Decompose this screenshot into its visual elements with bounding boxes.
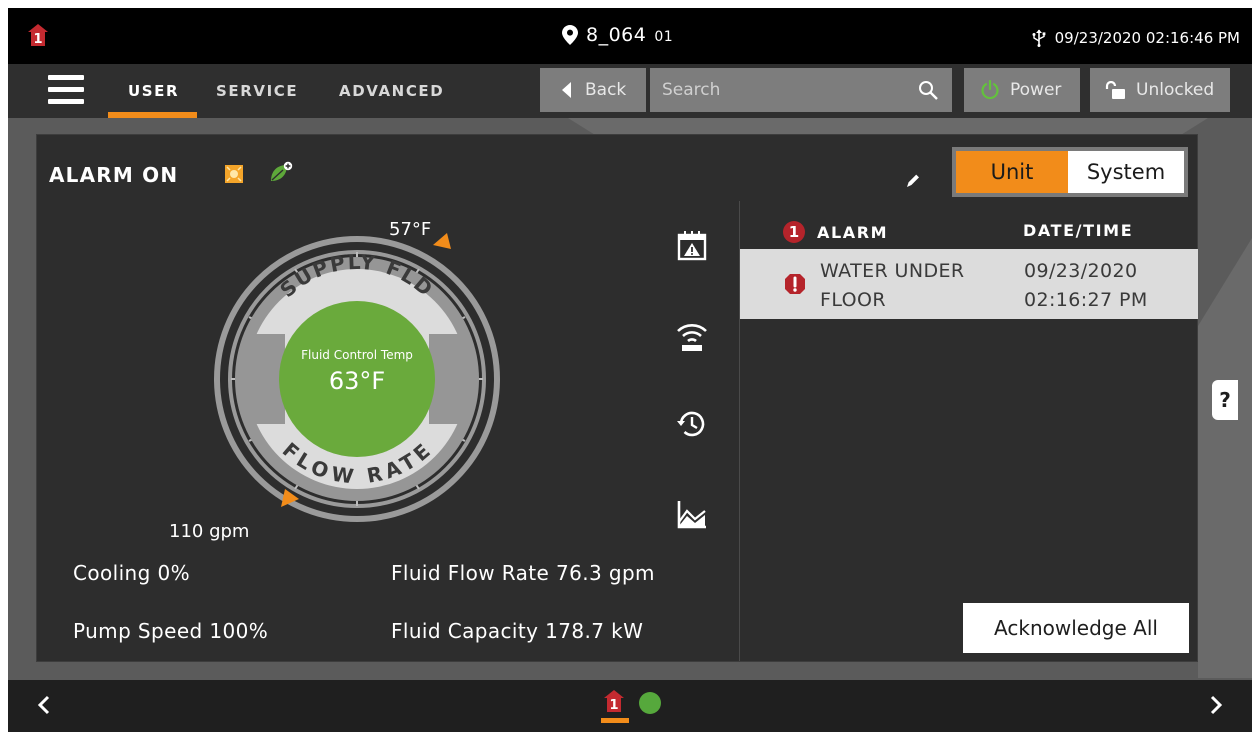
search-icon[interactable] (918, 80, 938, 100)
background-stripe-top (568, 118, 1208, 134)
fluid-flow-rate-readout: Fluid Flow Rate 76.3 gpm (391, 561, 655, 585)
alarm-warning-icon (785, 274, 805, 294)
search-input[interactable] (662, 80, 902, 100)
fluid-control-gauge[interactable]: SUPPLY FLD FLOW RATE Fluid Control Temp … (207, 209, 507, 539)
next-page-arrow-icon[interactable] (1206, 694, 1226, 716)
unit-number: 01 (654, 29, 674, 45)
power-icon (981, 80, 999, 100)
gauge-center-caption: Fluid Control Temp (301, 348, 413, 362)
unit-status-title: ALARM ON (49, 163, 179, 187)
tab-advanced-label: ADVANCED (339, 82, 445, 100)
alarm-timestamp: 09/23/2020 02:16:27 PM (1024, 257, 1148, 315)
alarm-count-logo-icon[interactable]: 1 (28, 24, 48, 46)
tab-service-label: SERVICE (216, 82, 299, 100)
alarm-column-header: 1 ALARM (783, 221, 888, 243)
history-icon[interactable] (675, 407, 709, 441)
wifi-signal-icon[interactable] (675, 319, 709, 353)
alarm-count-logo-text: 1 (33, 32, 42, 46)
gauge-supply-setpoint: 57°F (389, 219, 432, 240)
unit-system-toggle: Unit System (952, 147, 1188, 197)
pump-speed-readout: Pump Speed 100% (73, 619, 269, 643)
datetime-text: 09/23/2020 02:16:46 PM (1054, 29, 1240, 47)
status-bar: 1 8_064 01 09/23/2020 02:16:46 PM (8, 8, 1252, 60)
unlocked-padlock-icon (1105, 81, 1125, 99)
power-button-label: Power (1010, 80, 1062, 100)
search-box (650, 68, 952, 112)
tab-user-label: USER (128, 82, 180, 100)
power-button[interactable]: Power (964, 68, 1080, 112)
datetime-column-header: DATE/TIME (1023, 221, 1133, 240)
back-button[interactable]: Back (540, 68, 646, 112)
alarm-header-label: ALARM (817, 222, 889, 242)
tab-user[interactable]: USER (108, 64, 198, 118)
alarm-name-line2: FLOOR (820, 289, 886, 311)
acknowledge-all-button[interactable]: Acknowledge All (963, 603, 1189, 653)
alarm-count-badge: 1 (783, 221, 805, 243)
alarm-page-logo-icon[interactable]: 1 (604, 690, 624, 712)
back-button-label: Back (585, 80, 627, 100)
alarm-time: 02:16:27 PM (1024, 289, 1148, 311)
edit-pencil-icon[interactable] (905, 171, 921, 189)
lock-button[interactable]: Unlocked (1090, 68, 1230, 112)
trend-chart-icon[interactable] (675, 497, 709, 531)
help-button[interactable]: ? (1212, 380, 1238, 420)
unit-status-panel: ALARM ON Unit System SUPPLY FLD FLOW RAT… (36, 134, 1198, 662)
footer-logo-text: 1 (609, 698, 618, 712)
alarm-row[interactable]: WATER UNDER FLOOR 09/23/2020 02:16:27 PM (740, 249, 1198, 319)
main-area: ALARM ON Unit System SUPPLY FLD FLOW RAT… (8, 118, 1252, 680)
heating-status-icon (225, 165, 243, 183)
unit-id: 8_064 (586, 24, 647, 46)
gauge-flow-setpoint: 110 gpm (169, 521, 250, 542)
menu-hamburger-icon[interactable] (48, 75, 84, 105)
cooling-readout: Cooling 0% (73, 561, 191, 585)
background-stripe-right (1198, 238, 1252, 678)
usb-icon (1032, 29, 1046, 47)
previous-page-arrow-icon[interactable] (34, 694, 54, 716)
toggle-unit-option[interactable]: Unit (956, 151, 1068, 193)
navigation-bar: USER SERVICE ADVANCED Back Power (8, 64, 1252, 118)
system-datetime: 09/23/2020 02:16:46 PM (1031, 29, 1240, 47)
display-frame: 1 8_064 01 09/23/2020 02:16:46 PM USER S… (8, 8, 1252, 732)
lock-button-label: Unlocked (1136, 80, 1215, 100)
alarm-name-line1: WATER UNDER (820, 260, 965, 282)
gauge-center-value: 63°F (329, 367, 385, 395)
location-pin-icon (562, 25, 578, 45)
fluid-capacity-readout: Fluid Capacity 178.7 kW (391, 619, 644, 643)
footer-active-indicator (601, 718, 629, 723)
toggle-system-option[interactable]: System (1068, 151, 1184, 193)
supply-setpoint-marker-icon (433, 233, 451, 249)
back-arrow-icon (562, 82, 571, 98)
alarm-date: 09/23/2020 (1024, 260, 1138, 282)
calendar-alert-icon[interactable] (675, 229, 709, 263)
eco-mode-leaf-icon (271, 161, 293, 181)
tab-advanced[interactable]: ADVANCED (339, 64, 444, 118)
footer-bar: 1 (8, 680, 1252, 732)
alarm-name: WATER UNDER FLOOR (820, 257, 1016, 315)
unit-ok-status-dot[interactable] (639, 692, 661, 714)
site-location: 8_064 01 (562, 24, 673, 46)
screen: 1 8_064 01 09/23/2020 02:16:46 PM USER S… (0, 0, 1258, 740)
tab-service[interactable]: SERVICE (216, 64, 298, 118)
datetime-header-label: DATE/TIME (1023, 221, 1134, 240)
